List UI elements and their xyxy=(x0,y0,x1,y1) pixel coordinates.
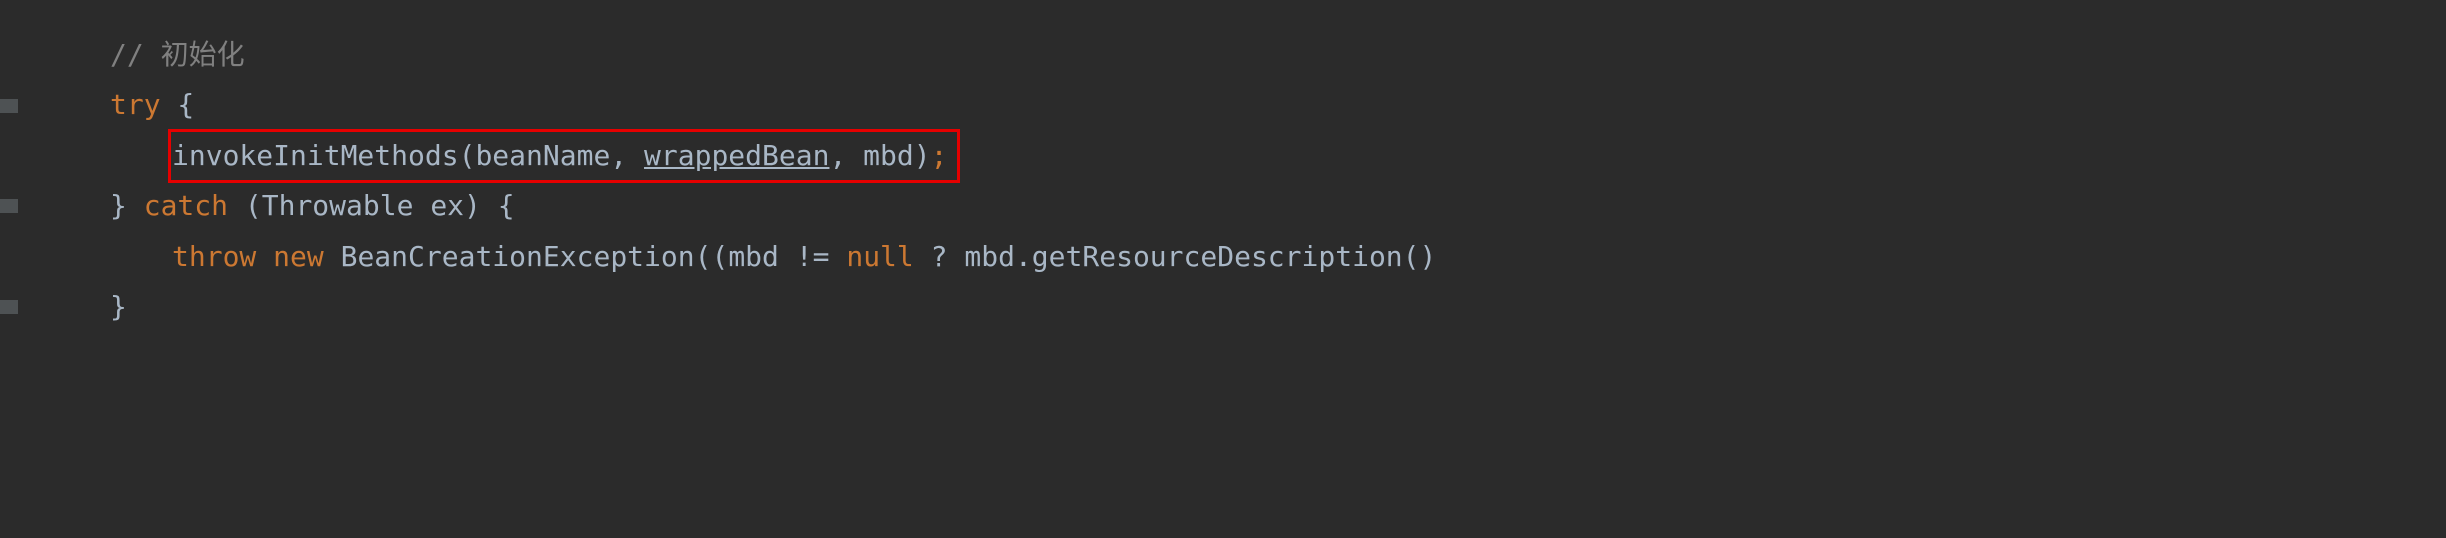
comma2: , xyxy=(829,139,863,172)
arg-mbd: mbd xyxy=(863,139,914,172)
keyword-try: try xyxy=(110,88,161,121)
keyword-catch: catch xyxy=(144,189,228,222)
gutter-mark-icon xyxy=(0,199,18,213)
paren-open: ( xyxy=(228,189,262,222)
method-getresource: getResourceDescription xyxy=(1032,240,1403,273)
comment-text: // 初始化 xyxy=(110,38,245,71)
code-line-endbrace: } xyxy=(110,282,2446,332)
keyword-throw: throw xyxy=(172,240,256,273)
space xyxy=(324,240,341,273)
code-editor: // 初始化 try { invokeInitMethods(beanName,… xyxy=(110,30,2446,332)
op-neq: != xyxy=(796,240,847,273)
paren-close: ) xyxy=(914,139,931,172)
keyword-new: new xyxy=(273,240,324,273)
brace-close-final: } xyxy=(110,290,127,323)
arg-beanname: beanName xyxy=(475,139,610,172)
code-line-comment: // 初始化 xyxy=(110,30,2446,80)
code-line-throw: throw new BeanCreationException((mbd != … xyxy=(110,232,2446,282)
var-mbd: mbd xyxy=(728,240,795,273)
brace-open: { xyxy=(161,88,195,121)
keyword-null: null xyxy=(846,240,913,273)
dot: . xyxy=(1015,240,1032,273)
type-throwable: Throwable xyxy=(262,189,431,222)
gutter-mark-icon xyxy=(0,300,18,314)
method-invoke: invokeInitMethods xyxy=(172,139,459,172)
var-mbd2: mbd xyxy=(964,240,1015,273)
code-line-try: try { xyxy=(110,80,2446,130)
paren-close-brace: ) { xyxy=(464,189,515,222)
space xyxy=(256,240,273,273)
semicolon: ; xyxy=(931,139,948,172)
class-beancreation: BeanCreationException xyxy=(341,240,695,273)
arg-wrappedbean: wrappedBean xyxy=(644,139,829,172)
code-line-invoke: invokeInitMethods(beanName, wrappedBean,… xyxy=(110,131,2446,181)
paren-close2: () xyxy=(1403,240,1437,273)
code-line-catch: } catch (Throwable ex) { xyxy=(110,181,2446,231)
var-ex: ex xyxy=(430,189,464,222)
gutter-mark-icon xyxy=(0,99,18,113)
op-tern: ? xyxy=(914,240,965,273)
paren-open2: (( xyxy=(695,240,729,273)
paren-open: ( xyxy=(459,139,476,172)
comma1: , xyxy=(610,139,644,172)
brace-close: } xyxy=(110,189,144,222)
